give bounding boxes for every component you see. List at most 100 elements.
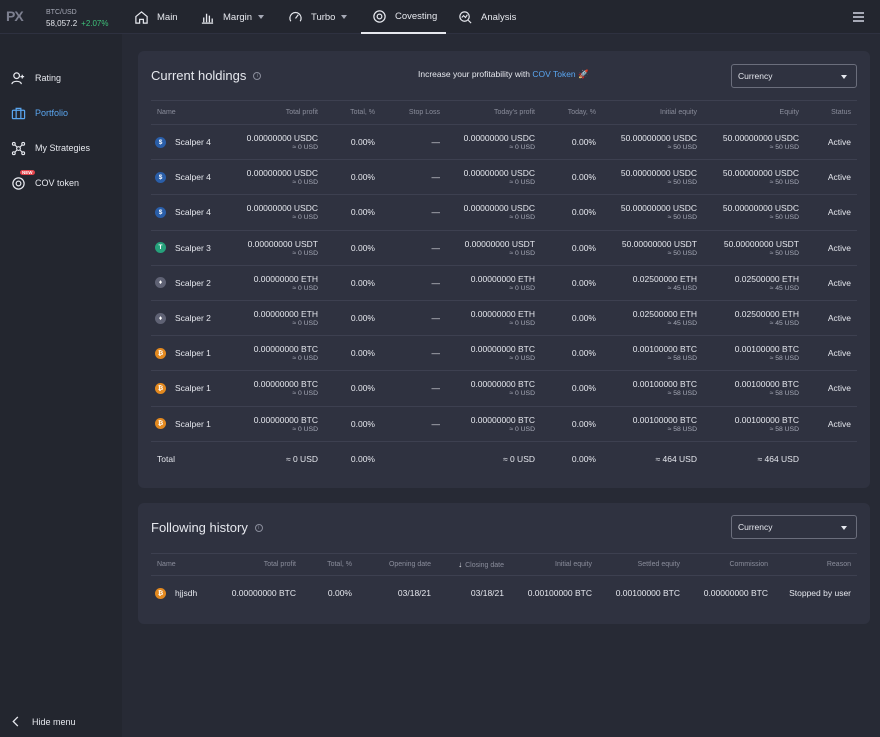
col-initial-equity[interactable]: Initial equity bbox=[596, 100, 697, 125]
col-name[interactable]: Name bbox=[151, 100, 223, 125]
today-profit-cell: 0.00000000 BTC ≈ 0 USD bbox=[440, 370, 535, 407]
stop-loss-cell: — bbox=[375, 265, 440, 301]
sidebar-item-label: Portfolio bbox=[35, 108, 69, 118]
hide-menu-button[interactable]: Hide menu bbox=[12, 716, 76, 727]
col-total-pct[interactable]: Total, % bbox=[318, 100, 375, 125]
col-total-profit[interactable]: Total profit bbox=[221, 553, 296, 576]
table-row[interactable]: $ Scalper 4 0.00000000 USDC ≈ 0 USD 0.00% —0.… bbox=[151, 159, 857, 196]
opening-date: 03/18/21 bbox=[397, 588, 431, 599]
status-cell: Active bbox=[799, 265, 857, 301]
covesting-icon bbox=[373, 9, 386, 23]
initial-equity-cell: 50.00000000 USDC ≈ 50 USD bbox=[596, 159, 697, 196]
cov-token-icon: NEW bbox=[10, 170, 35, 191]
today-pct-cell: 0.00% bbox=[535, 159, 596, 196]
table-row[interactable]: ₿ Scalper 1 0.00000000 BTC ≈ 0 USD 0.00% —0.0… bbox=[151, 406, 857, 442]
table-row[interactable]: ₿ Scalper 1 0.00000000 BTC ≈ 0 USD 0.00% —0.0… bbox=[151, 335, 857, 372]
strategy-name-cell[interactable]: $ Scalper 4 bbox=[151, 194, 223, 231]
sidebar-item-cov-token[interactable]: NEW COV token bbox=[10, 170, 79, 191]
total-pct: 0.00% bbox=[350, 454, 375, 465]
col-settled-equity[interactable]: Settled equity bbox=[592, 553, 680, 576]
col-total-pct[interactable]: Total, % bbox=[296, 553, 352, 576]
equity: 50.00000000 USDC bbox=[722, 133, 799, 144]
total-pct: 0.00% bbox=[350, 207, 375, 218]
col-total-profit[interactable]: Total profit bbox=[223, 100, 318, 125]
table-row[interactable]: ₿ Scalper 1 0.00000000 BTC ≈ 0 USD 0.00% —0.0… bbox=[151, 370, 857, 407]
stop-loss: — bbox=[431, 418, 441, 429]
new-badge: NEW bbox=[20, 170, 35, 175]
equity-cell: 0.02500000 ETH ≈ 45 USD bbox=[697, 265, 799, 301]
currency-select[interactable]: Currency bbox=[731, 64, 857, 88]
status-badge: Active bbox=[827, 207, 851, 218]
equity: 50.00000000 USDC bbox=[722, 203, 799, 214]
table-row[interactable]: $ Scalper 4 0.00000000 USDC ≈ 0 USD 0.00% —0.… bbox=[151, 124, 857, 161]
nav-turbo[interactable]: Turbo bbox=[288, 0, 348, 34]
panel-title: Following history bbox=[151, 520, 248, 535]
strategy-name: Scalper 2 bbox=[175, 313, 211, 324]
col-commission[interactable]: Commission bbox=[680, 553, 768, 576]
nav-covesting[interactable]: Covesting bbox=[361, 0, 446, 34]
today-profit: 0.00000000 USDC bbox=[463, 168, 535, 179]
col-closing-date[interactable]: ↓ Closing date bbox=[431, 553, 504, 576]
col-today-profit[interactable]: Today's profit bbox=[440, 100, 535, 125]
total-profit-cell: 0.00000000 BTC ≈ 0 USD bbox=[223, 370, 318, 407]
status-badge: Active bbox=[827, 172, 851, 183]
today-pct-cell: 0.00% bbox=[535, 265, 596, 301]
strategy-name-cell[interactable]: ♦ Scalper 2 bbox=[151, 300, 223, 337]
total-pct: 0.00% bbox=[350, 418, 375, 429]
currency-select[interactable]: Currency bbox=[731, 515, 857, 539]
rocket-icon: 🚀 bbox=[578, 69, 589, 79]
ticker[interactable]: BTC/USD 58,057.2 +2.07% bbox=[46, 7, 109, 29]
strategy-name-cell[interactable]: T Scalper 3 bbox=[151, 230, 223, 266]
table-row[interactable]: $ Scalper 4 0.00000000 USDC ≈ 0 USD 0.00% —0.… bbox=[151, 194, 857, 231]
table-row[interactable]: ♦ Scalper 2 0.00000000 ETH ≈ 0 USD 0.00% —0.0… bbox=[151, 265, 857, 301]
col-initial-equity[interactable]: Initial equity bbox=[504, 553, 592, 576]
stop-loss-cell: — bbox=[375, 335, 440, 372]
empty-cell bbox=[799, 441, 857, 476]
strategy-name-cell[interactable]: ₿ Scalper 1 bbox=[151, 406, 223, 442]
total-pct-cell: 0.00% bbox=[318, 124, 375, 161]
menu-icon[interactable] bbox=[853, 12, 864, 24]
col-stop-loss[interactable]: Stop Loss bbox=[375, 100, 440, 125]
today-profit-usd: ≈ 0 USD bbox=[509, 214, 535, 222]
col-reason[interactable]: Reason bbox=[768, 553, 857, 576]
today-pct: 0.00% bbox=[571, 348, 596, 359]
initial-equity: 0.00100000 BTC bbox=[632, 379, 697, 390]
sidebar-item-rating[interactable]: Rating bbox=[10, 70, 61, 86]
nav-margin[interactable]: Margin bbox=[200, 0, 265, 34]
strategy-name: Scalper 1 bbox=[175, 418, 211, 429]
logo[interactable]: PX bbox=[6, 8, 24, 24]
strategy-name-cell[interactable]: $ Scalper 4 bbox=[151, 124, 223, 161]
initial-equity-cell: 0.00100000 BTC ≈ 58 USD bbox=[596, 370, 697, 407]
col-equity[interactable]: Equity bbox=[697, 100, 799, 125]
col-status[interactable]: Status bbox=[799, 100, 857, 125]
col-today-pct[interactable]: Today, % bbox=[535, 100, 596, 125]
speedometer-icon bbox=[289, 11, 302, 22]
strategy-name-cell[interactable]: $ Scalper 4 bbox=[151, 159, 223, 196]
total-profit: 0.00000000 BTC bbox=[253, 379, 318, 390]
nav-main[interactable]: Main bbox=[134, 0, 178, 34]
status-badge: Active bbox=[827, 383, 851, 394]
strategy-name: Scalper 4 bbox=[175, 207, 211, 218]
strategy-name-cell[interactable]: ♦ Scalper 2 bbox=[151, 265, 223, 301]
nav-analysis[interactable]: Analysis bbox=[458, 0, 516, 34]
today-pct-cell: 0.00% bbox=[535, 124, 596, 161]
strategy-name-cell[interactable]: ₿ hjjsdh bbox=[151, 576, 221, 611]
table-row[interactable]: T Scalper 3 0.00000000 USDT ≈ 0 USD 0.00% —0.… bbox=[151, 230, 857, 266]
col-opening-date[interactable]: Opening date bbox=[352, 553, 431, 576]
sidebar-item-my-strategies[interactable]: My Strategies bbox=[10, 140, 90, 156]
strategy-name-cell[interactable]: ₿ Scalper 1 bbox=[151, 370, 223, 407]
total-profit: 0.00000000 ETH bbox=[253, 273, 318, 284]
sidebar-item-portfolio[interactable]: Portfolio bbox=[10, 105, 68, 121]
currency-select-value: Currency bbox=[738, 71, 773, 81]
nav-turbo-label: Turbo bbox=[311, 11, 336, 23]
strategy-name-cell[interactable]: ₿ Scalper 1 bbox=[151, 335, 223, 372]
info-icon[interactable]: i bbox=[254, 523, 263, 532]
initial-equity-usd: ≈ 45 USD bbox=[667, 320, 697, 328]
initial-equity: 0.00100000 BTC bbox=[632, 344, 697, 355]
opening-date-cell: 03/18/21 bbox=[352, 576, 431, 611]
info-icon[interactable]: i bbox=[253, 71, 262, 80]
cov-token-link[interactable]: COV Token bbox=[532, 69, 575, 79]
table-row[interactable]: ♦ Scalper 2 0.00000000 ETH ≈ 0 USD 0.00% —0.0… bbox=[151, 300, 857, 337]
table-row[interactable]: ₿ hjjsdh 0.00000000 BTC 0.00% 03/18/21 03/18/… bbox=[151, 576, 857, 611]
col-name[interactable]: Name bbox=[151, 553, 221, 576]
